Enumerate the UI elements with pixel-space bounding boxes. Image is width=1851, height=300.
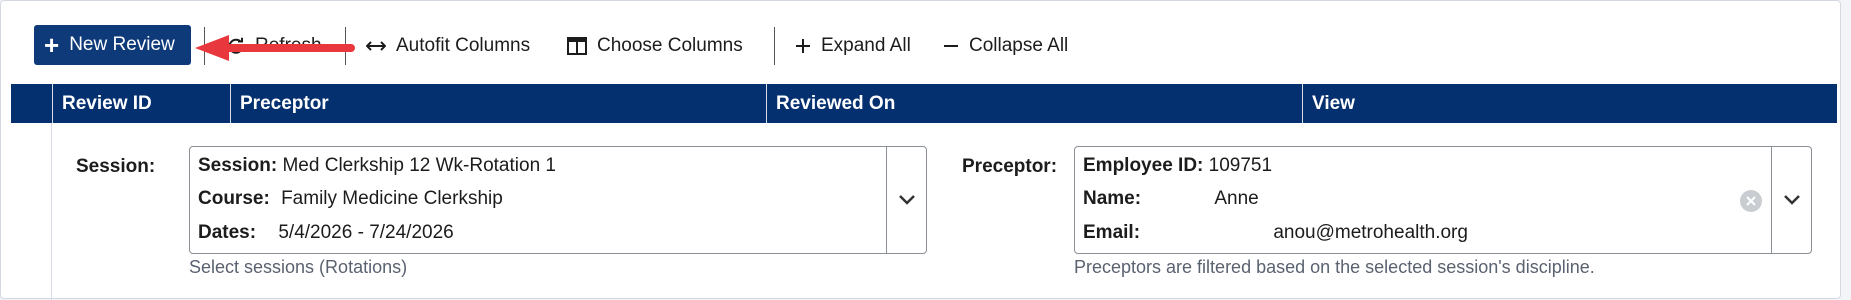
autofit-columns-button[interactable]: Autofit Columns — [366, 27, 530, 65]
reviews-panel: + New Review Refresh Autofit Columns Cho… — [0, 0, 1841, 300]
session-dropdown-toggle[interactable] — [886, 147, 926, 253]
column-header-review-id[interactable]: Review ID — [52, 84, 230, 123]
clear-selection-icon[interactable] — [1740, 190, 1762, 212]
session-label: Session: — [76, 156, 156, 177]
expander-column-header — [11, 84, 52, 123]
columns-icon — [567, 37, 587, 55]
session-line: Session: Med Clerkship 12 Wk-Rotation 1 — [198, 155, 556, 177]
expand-all-label: Expand All — [821, 35, 911, 56]
minus-icon — [943, 38, 959, 54]
annotation-arrow-icon — [195, 35, 355, 61]
email-key: Email: — [1083, 222, 1141, 243]
preceptor-label: Preceptor: — [962, 156, 1058, 177]
session-key: Session: — [198, 155, 278, 176]
chevron-down-icon — [898, 195, 915, 205]
dates-value: 5/4/2026 - 7/24/2026 — [278, 222, 454, 243]
preceptor-hint: Preceptors are filtered based on the sel… — [1074, 257, 1595, 277]
expand-all-button[interactable]: Expand All — [795, 27, 911, 65]
session-value: Med Clerkship 12 Wk-Rotation 1 — [282, 155, 556, 176]
plus-icon: + — [44, 30, 60, 60]
column-header-preceptor[interactable]: Preceptor — [230, 84, 766, 123]
dates-line: Dates: 5/4/2026 - 7/24/2026 — [198, 222, 454, 244]
new-review-button[interactable]: + New Review — [34, 25, 191, 65]
detail-row: Session: Session: Med Clerkship 12 Wk-Ro… — [11, 123, 1837, 300]
email-value: anou@metrohealth.org — [1273, 222, 1468, 243]
toolbar-divider — [774, 27, 775, 65]
course-line: Course: Family Medicine Clerkship — [198, 188, 503, 210]
course-value: Family Medicine Clerkship — [281, 188, 503, 209]
preceptor-dropdown-toggle[interactable] — [1771, 147, 1811, 253]
employee-id-key: Employee ID: — [1083, 155, 1204, 176]
session-hint: Select sessions (Rotations) — [189, 257, 408, 277]
row-gutter — [51, 123, 52, 300]
new-review-label: New Review — [69, 34, 175, 55]
dates-key: Dates: — [198, 222, 257, 243]
column-header-view[interactable]: View — [1302, 84, 1837, 123]
plus-icon — [795, 38, 811, 54]
email-line: Email: anou@metrohealth.org — [1083, 222, 1468, 244]
table-header: Review ID Preceptor Reviewed On View — [11, 84, 1837, 123]
horizontal-arrows-icon — [366, 39, 386, 53]
name-value: Anne — [1214, 188, 1259, 209]
collapse-all-label: Collapse All — [969, 35, 1069, 56]
session-select[interactable]: Session: Med Clerkship 12 Wk-Rotation 1 … — [189, 146, 927, 254]
name-key: Name: — [1083, 188, 1142, 209]
choose-columns-button[interactable]: Choose Columns — [567, 27, 743, 65]
name-line: Name: Anne — [1083, 188, 1259, 210]
course-key: Course: — [198, 188, 270, 209]
autofit-columns-label: Autofit Columns — [396, 35, 531, 56]
collapse-all-button[interactable]: Collapse All — [943, 27, 1068, 65]
chevron-down-icon — [1783, 195, 1800, 205]
preceptor-select[interactable]: Employee ID: 109751 Name: Anne Email: an… — [1074, 146, 1812, 254]
employee-id-line: Employee ID: 109751 — [1083, 155, 1272, 177]
employee-id-value: 109751 — [1208, 155, 1273, 176]
column-header-reviewed-on[interactable]: Reviewed On — [766, 84, 1302, 123]
choose-columns-label: Choose Columns — [597, 35, 743, 56]
